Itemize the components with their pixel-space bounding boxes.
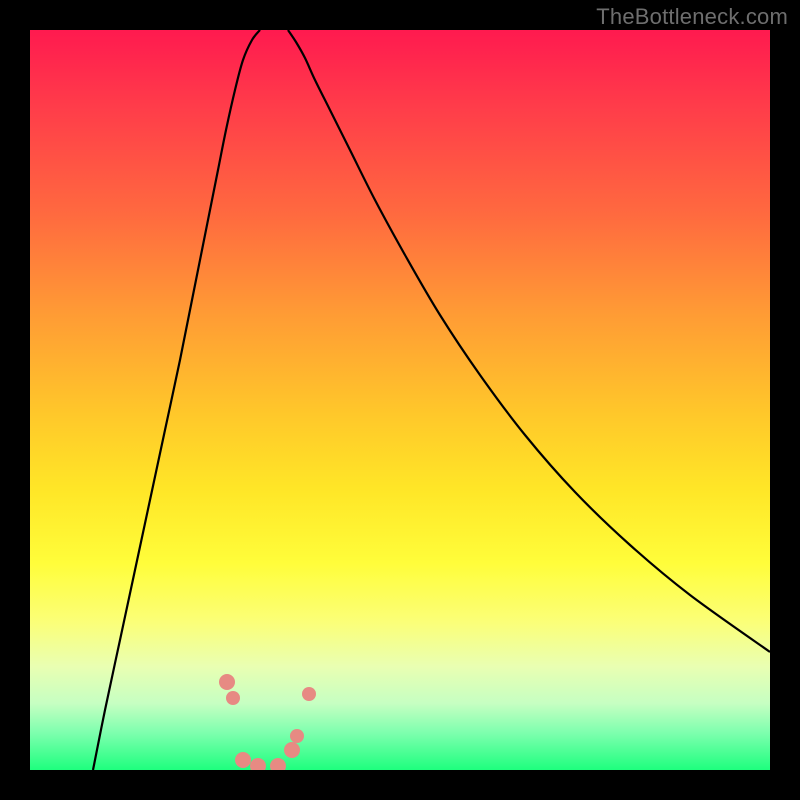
plot-area — [30, 30, 770, 770]
dot-left-b — [226, 691, 240, 705]
dot-left-a — [219, 674, 235, 690]
dot-bottom-3 — [270, 758, 286, 770]
dot-bottom-2 — [250, 758, 266, 770]
curve-svg — [30, 30, 770, 770]
curve-right — [288, 30, 770, 652]
marker-group — [219, 674, 316, 770]
watermark-text: TheBottleneck.com — [596, 4, 788, 30]
dot-right-b — [290, 729, 304, 743]
dot-right-a — [284, 742, 300, 758]
curve-left — [93, 30, 260, 770]
dot-right-c — [302, 687, 316, 701]
chart-frame: TheBottleneck.com — [0, 0, 800, 800]
dot-bottom-1 — [235, 752, 251, 768]
